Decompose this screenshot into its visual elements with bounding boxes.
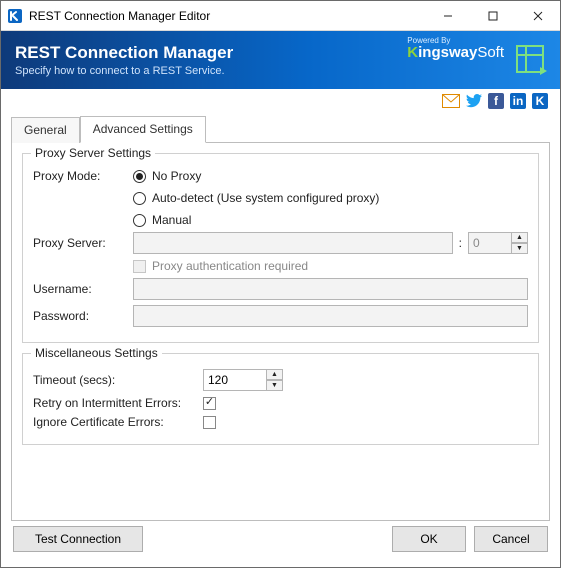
timeout-label: Timeout (secs): bbox=[33, 373, 203, 387]
retry-label: Retry on Intermittent Errors: bbox=[33, 396, 203, 410]
radio-auto-label: Auto-detect (Use system configured proxy… bbox=[152, 191, 379, 205]
proxy-server-label: Proxy Server: bbox=[33, 236, 133, 250]
spreadsheet-icon bbox=[514, 43, 548, 77]
spin-up-icon[interactable]: ▲ bbox=[267, 369, 283, 380]
ignore-cert-label: Ignore Certificate Errors: bbox=[33, 415, 203, 429]
radio-manual[interactable]: Manual bbox=[133, 213, 379, 227]
group-misc: Miscellaneous Settings Timeout (secs): ▲… bbox=[22, 353, 539, 445]
tab-panel: Proxy Server Settings Proxy Mode: No Pro… bbox=[11, 142, 550, 521]
banner-text: REST Connection Manager Specify how to c… bbox=[15, 43, 233, 77]
proxy-port-spinner[interactable]: ▲▼ bbox=[468, 232, 528, 254]
timeout-spinner[interactable]: ▲▼ bbox=[203, 369, 283, 391]
linkedin-icon[interactable]: in bbox=[510, 93, 526, 109]
minimize-button[interactable] bbox=[425, 1, 470, 30]
timeout-input[interactable] bbox=[203, 369, 267, 391]
app-icon bbox=[7, 8, 23, 24]
proxy-port-input[interactable] bbox=[468, 232, 512, 254]
proxy-legend: Proxy Server Settings bbox=[31, 146, 155, 160]
close-button[interactable] bbox=[515, 1, 560, 30]
proxy-auth-checkbox[interactable] bbox=[133, 260, 146, 273]
username-label: Username: bbox=[33, 282, 133, 296]
titlebar: REST Connection Manager Editor bbox=[1, 1, 560, 31]
twitter-icon[interactable] bbox=[466, 94, 482, 108]
ok-button[interactable]: OK bbox=[392, 526, 466, 552]
tab-strip: General Advanced Settings bbox=[1, 115, 560, 142]
tab-advanced-settings[interactable]: Advanced Settings bbox=[80, 116, 206, 143]
ignore-cert-checkbox[interactable] bbox=[203, 416, 216, 429]
maximize-button[interactable] bbox=[470, 1, 515, 30]
proxy-mode-options: No Proxy Auto-detect (Use system configu… bbox=[133, 169, 379, 227]
proxy-mode-label: Proxy Mode: bbox=[33, 169, 133, 183]
colon-separator: : bbox=[453, 236, 468, 250]
password-input[interactable] bbox=[133, 305, 528, 327]
radio-manual-label: Manual bbox=[152, 213, 191, 227]
spin-up-icon[interactable]: ▲ bbox=[512, 232, 528, 243]
window: REST Connection Manager Editor REST Conn… bbox=[0, 0, 561, 568]
radio-dot-icon bbox=[133, 170, 146, 183]
brand-badge: Powered By KingswaySoft bbox=[407, 37, 504, 60]
proxy-auth-label: Proxy authentication required bbox=[152, 259, 308, 273]
window-title: REST Connection Manager Editor bbox=[29, 9, 425, 23]
social-row: f in K bbox=[1, 89, 560, 113]
radio-circle-icon bbox=[133, 192, 146, 205]
retry-checkbox[interactable] bbox=[203, 397, 216, 410]
radio-circle-icon bbox=[133, 214, 146, 227]
radio-no-proxy-label: No Proxy bbox=[152, 169, 201, 183]
test-connection-button[interactable]: Test Connection bbox=[13, 526, 143, 552]
proxy-server-input[interactable] bbox=[133, 232, 453, 254]
password-label: Password: bbox=[33, 309, 133, 323]
spin-down-icon[interactable]: ▼ bbox=[512, 243, 528, 254]
footer: Test Connection OK Cancel bbox=[1, 521, 560, 567]
brand-k-icon[interactable]: K bbox=[532, 93, 548, 109]
group-proxy: Proxy Server Settings Proxy Mode: No Pro… bbox=[22, 153, 539, 343]
tab-general[interactable]: General bbox=[11, 117, 80, 143]
mail-icon[interactable] bbox=[442, 94, 460, 108]
radio-auto-detect[interactable]: Auto-detect (Use system configured proxy… bbox=[133, 191, 379, 205]
radio-no-proxy[interactable]: No Proxy bbox=[133, 169, 379, 183]
brand-name: KingswaySoft bbox=[407, 45, 504, 60]
banner-title: REST Connection Manager bbox=[15, 43, 233, 63]
username-input[interactable] bbox=[133, 278, 528, 300]
facebook-icon[interactable]: f bbox=[488, 93, 504, 109]
banner: REST Connection Manager Specify how to c… bbox=[1, 31, 560, 89]
banner-subtitle: Specify how to connect to a REST Service… bbox=[15, 65, 233, 77]
misc-legend: Miscellaneous Settings bbox=[31, 346, 162, 360]
spin-down-icon[interactable]: ▼ bbox=[267, 380, 283, 391]
cancel-button[interactable]: Cancel bbox=[474, 526, 548, 552]
